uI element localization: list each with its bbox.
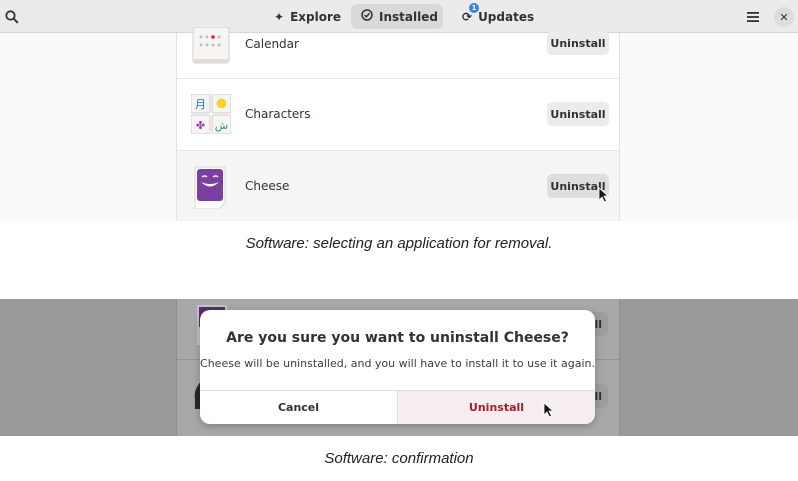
- character-glyph: ش: [215, 119, 228, 132]
- uninstall-confirmation-view: ll ll Are you sure you want to uninstall…: [0, 299, 798, 436]
- uninstall-button[interactable]: Uninstall: [547, 31, 609, 55]
- character-glyph: 月: [195, 98, 206, 111]
- updates-count-badge: 1: [469, 2, 479, 13]
- installed-app-list: Calendar Uninstall 月 ✤ ش Characters Unin…: [176, 26, 620, 221]
- mouse-pointer-icon: [598, 187, 610, 207]
- confirm-dialog: Are you sure you want to uninstall Chees…: [200, 310, 595, 424]
- character-glyph: ✤: [196, 119, 205, 132]
- check-circle-icon: [361, 9, 373, 24]
- cheese-icon: [191, 165, 231, 210]
- app-name: Characters: [245, 107, 311, 121]
- header-bar: ✦ Explore Installed ⟳ 1 Updates ✕: [0, 0, 798, 33]
- app-name: Cheese: [245, 179, 290, 193]
- dialog-body: Cheese will be uninstalled, and you will…: [200, 357, 595, 370]
- list-item: Cheese Uninstall: [177, 151, 619, 221]
- calendar-icon: [191, 26, 231, 67]
- cancel-button[interactable]: Cancel: [200, 390, 398, 424]
- software-installed-view: ✦ Explore Installed ⟳ 1 Updates ✕ Calend…: [0, 0, 798, 221]
- mouse-pointer-icon: [543, 402, 555, 422]
- list-item: 月 ✤ ش Characters Uninstall: [177, 79, 619, 151]
- figure-caption: Software: confirmation: [324, 450, 474, 467]
- search-icon[interactable]: [2, 7, 22, 27]
- hamburger-menu-icon[interactable]: [743, 7, 763, 27]
- tab-installed[interactable]: Installed: [351, 4, 443, 29]
- confirm-uninstall-button[interactable]: Uninstall: [398, 390, 595, 424]
- tab-updates-label: Updates: [478, 9, 535, 24]
- app-name: Calendar: [245, 37, 299, 51]
- uninstall-button[interactable]: Uninstall: [547, 102, 609, 126]
- figure-caption: Software: selecting an application for r…: [245, 235, 553, 252]
- tab-explore[interactable]: ✦ Explore: [264, 4, 344, 29]
- tab-updates[interactable]: ⟳ 1 Updates: [452, 2, 536, 29]
- refresh-icon: ⟳ 1: [462, 2, 479, 24]
- close-icon[interactable]: ✕: [774, 7, 794, 27]
- list-item: Calendar Uninstall: [177, 26, 619, 79]
- dialog-title: Are you sure you want to uninstall Chees…: [226, 330, 569, 346]
- tab-installed-label: Installed: [379, 9, 438, 24]
- compass-star-icon: ✦: [274, 9, 285, 24]
- tab-explore-label: Explore: [290, 9, 342, 24]
- characters-icon: 月 ✤ ش: [190, 93, 232, 135]
